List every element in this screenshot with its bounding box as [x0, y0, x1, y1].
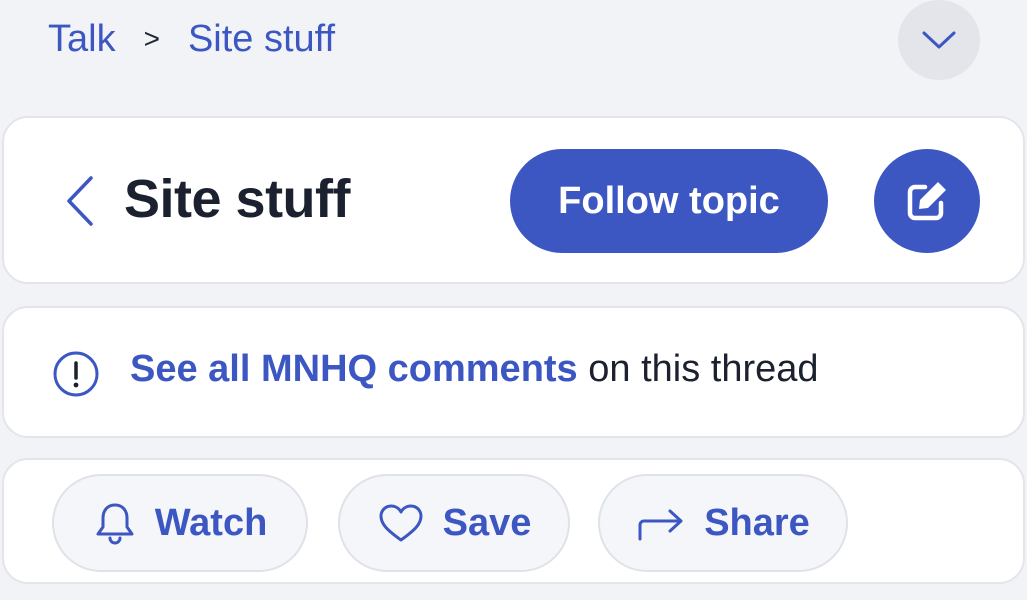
chevron-left-icon	[67, 176, 93, 226]
topic-header-card: Site stuff Follow topic	[2, 116, 1025, 284]
save-button[interactable]: Save	[338, 474, 570, 572]
chevron-down-icon	[922, 31, 956, 49]
share-button[interactable]: Share	[598, 474, 848, 572]
notice-suffix: on this thread	[577, 348, 819, 390]
mnhq-comments-notice: See all MNHQ comments on this thread	[2, 306, 1025, 438]
watch-button[interactable]: Watch	[52, 474, 308, 572]
compose-button[interactable]	[874, 149, 980, 253]
share-arrow-icon	[638, 509, 683, 541]
watch-label: Watch	[154, 501, 268, 544]
edit-icon	[907, 182, 946, 221]
thread-actions-card: Watch Save Share	[2, 458, 1025, 584]
save-label: Save	[442, 501, 532, 544]
breadcrumb-current-link[interactable]: Site stuff	[188, 18, 335, 61]
info-circle-icon	[53, 351, 99, 397]
follow-topic-button[interactable]: Follow topic	[510, 149, 828, 253]
page-title: Site stuff	[124, 169, 351, 229]
see-mnhq-comments-link[interactable]: See all MNHQ comments	[130, 348, 578, 390]
breadcrumb-root-link[interactable]: Talk	[48, 18, 116, 61]
page: Talk > Site stuff Site stuff Follow topi…	[0, 0, 1027, 600]
share-label: Share	[704, 501, 810, 544]
bell-icon	[96, 503, 134, 545]
breadcrumb-expand-button[interactable]	[898, 0, 980, 80]
breadcrumb-separator: >	[143, 23, 160, 54]
notice-text: See all MNHQ comments on this thread	[130, 348, 819, 391]
back-button[interactable]	[60, 173, 100, 229]
heart-icon	[379, 504, 423, 542]
breadcrumb: Talk > Site stuff	[48, 14, 335, 64]
